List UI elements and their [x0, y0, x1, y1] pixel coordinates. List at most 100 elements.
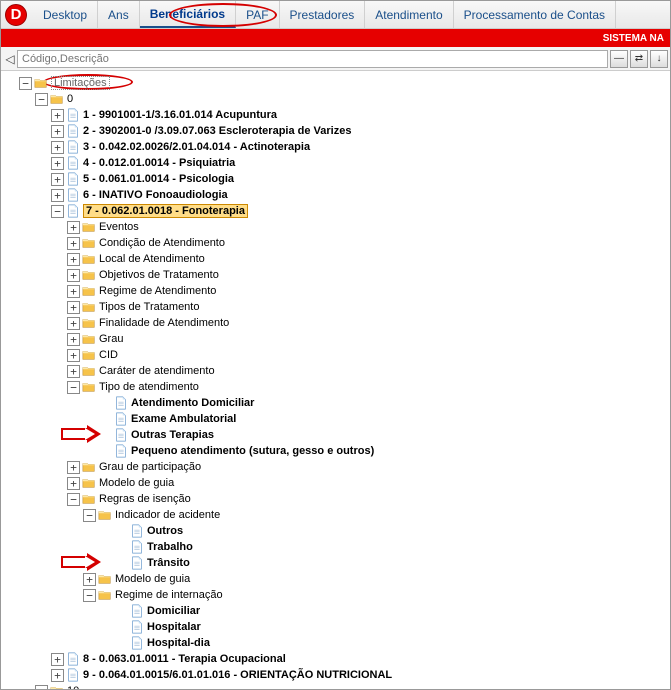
expander-icon[interactable]: + — [51, 173, 64, 186]
tree-item[interactable]: +5 - 0.061.01.0014 - Psicologia — [3, 171, 668, 187]
folder-icon — [98, 588, 112, 602]
folder-icon — [82, 316, 96, 330]
expander-icon[interactable]: + — [67, 349, 80, 362]
expander-icon[interactable]: − — [19, 77, 32, 90]
expander-icon[interactable]: + — [51, 653, 64, 666]
tab-atendimento[interactable]: Atendimento — [365, 1, 453, 28]
tree-item[interactable]: +6 - INATIVO Fonoaudiologia — [3, 187, 668, 203]
file-icon — [130, 604, 144, 618]
expander-icon[interactable]: + — [67, 477, 80, 490]
search-input[interactable] — [17, 50, 608, 68]
folder-icon — [82, 252, 96, 266]
expander-icon[interactable]: + — [67, 285, 80, 298]
tree-item[interactable]: +Tipos de Tratamento — [3, 299, 668, 315]
expander-icon[interactable]: − — [67, 381, 80, 394]
expander-icon[interactable]: + — [67, 269, 80, 282]
expander-icon[interactable]: + — [51, 669, 64, 682]
swap-button[interactable]: ⇄ — [630, 50, 648, 68]
tab-prestadores[interactable]: Prestadores — [280, 1, 366, 28]
down-button[interactable]: ↓ — [650, 50, 668, 68]
tree-item[interactable]: Outros — [3, 523, 668, 539]
tree-item[interactable]: +Modelo de guia — [3, 475, 668, 491]
tree-item[interactable]: +Grau de participação — [3, 459, 668, 475]
folder-icon — [82, 284, 96, 298]
tree-view[interactable]: − Limitações − 0 +1 - 9901001-1/3.16.01.… — [1, 71, 670, 689]
file-icon — [66, 140, 80, 154]
tree-folder-regras[interactable]: − Regras de isenção — [3, 491, 668, 507]
file-icon — [130, 540, 144, 554]
tree-item[interactable]: +CID — [3, 347, 668, 363]
expander-icon[interactable]: + — [67, 365, 80, 378]
tree-item-selected[interactable]: − 7 - 0.062.01.0018 - Fonoterapia — [3, 203, 668, 219]
tree-item[interactable]: +1 - 9901001-1/3.16.01.014 Acupuntura — [3, 107, 668, 123]
file-icon — [66, 188, 80, 202]
tree-item[interactable]: +Caráter de atendimento — [3, 363, 668, 379]
tree-item[interactable]: +Objetivos de Tratamento — [3, 267, 668, 283]
back-icon[interactable]: ◁ — [3, 52, 17, 66]
file-icon — [130, 620, 144, 634]
tree-item[interactable]: Hospitalar — [3, 619, 668, 635]
tab-beneficiarios[interactable]: Beneficiários — [140, 1, 236, 28]
expander-icon[interactable]: + — [67, 301, 80, 314]
tree-item[interactable]: Trânsito — [3, 555, 668, 571]
tab-paf[interactable]: PAF — [236, 1, 279, 28]
tree-item[interactable]: +Regime de Atendimento — [3, 283, 668, 299]
expander-icon[interactable]: + — [67, 253, 80, 266]
file-icon — [130, 524, 144, 538]
expander-icon[interactable]: − — [51, 205, 64, 218]
expander-icon[interactable]: − — [67, 493, 80, 506]
tab-ans[interactable]: Ans — [98, 1, 140, 28]
tree-folder-modelo2[interactable]: + Modelo de guia — [3, 571, 668, 587]
file-icon — [114, 428, 128, 442]
tree-folder-regime[interactable]: − Regime de internação — [3, 587, 668, 603]
tree-item[interactable]: Atendimento Domiciliar — [3, 395, 668, 411]
tree-item[interactable]: +2 - 3902001-0 /3.09.07.063 Escleroterap… — [3, 123, 668, 139]
expander-icon[interactable]: + — [51, 125, 64, 138]
folder-icon — [82, 364, 96, 378]
tree-group[interactable]: − 0 — [3, 91, 668, 107]
expander-icon[interactable]: − — [83, 509, 96, 522]
expander-icon[interactable]: + — [51, 157, 64, 170]
expander-icon[interactable]: + — [67, 317, 80, 330]
tree-item[interactable]: +9 - 0.064.01.0015/6.01.01.016 - ORIENTA… — [3, 667, 668, 683]
collapse-button[interactable]: — — [610, 50, 628, 68]
tree-item[interactable]: +3 - 0.042.02.0026/2.01.04.014 - Actinot… — [3, 139, 668, 155]
tree-folder-tipo[interactable]: − Tipo de atendimento — [3, 379, 668, 395]
expander-icon[interactable]: + — [67, 333, 80, 346]
folder-icon — [82, 332, 96, 346]
tree-item[interactable]: Domiciliar — [3, 603, 668, 619]
tree-item[interactable]: +Grau — [3, 331, 668, 347]
folder-icon — [98, 508, 112, 522]
folder-icon — [82, 492, 96, 506]
file-icon — [114, 396, 128, 410]
expander-icon[interactable]: − — [83, 589, 96, 602]
tab-processamento[interactable]: Processamento de Contas — [454, 1, 616, 28]
expander-icon[interactable]: − — [35, 93, 48, 106]
tree-item[interactable]: Trabalho — [3, 539, 668, 555]
folder-icon — [50, 92, 64, 106]
tree-item[interactable]: Hospital-dia — [3, 635, 668, 651]
tree-item[interactable]: Exame Ambulatorial — [3, 411, 668, 427]
folder-icon — [82, 380, 96, 394]
expander-icon[interactable]: + — [51, 109, 64, 122]
expander-icon[interactable]: + — [67, 221, 80, 234]
tree-item[interactable]: +8 - 0.063.01.0011 - Terapia Ocupacional — [3, 651, 668, 667]
tree-item[interactable]: +Eventos — [3, 219, 668, 235]
expander-icon[interactable]: + — [51, 141, 64, 154]
folder-icon — [98, 572, 112, 586]
tab-desktop[interactable]: Desktop — [33, 1, 98, 28]
tree-item[interactable]: Pequeno atendimento (sutura, gesso e out… — [3, 443, 668, 459]
expander-icon[interactable]: + — [51, 189, 64, 202]
tree-item[interactable]: +Local de Atendimento — [3, 251, 668, 267]
tree-root[interactable]: − Limitações — [3, 75, 668, 91]
tree-folder-indicador[interactable]: − Indicador de acidente — [3, 507, 668, 523]
tree-item[interactable]: +Finalidade de Atendimento — [3, 315, 668, 331]
expander-icon[interactable]: + — [67, 237, 80, 250]
expander-icon[interactable]: + — [83, 573, 96, 586]
tree-item[interactable]: Outras Terapias — [3, 427, 668, 443]
expander-icon[interactable]: + — [67, 461, 80, 474]
tree-group-10[interactable]: + 10 — [3, 683, 668, 689]
tree-item[interactable]: +4 - 0.012.01.0014 - Psiquiatria — [3, 155, 668, 171]
tree-item[interactable]: +Condição de Atendimento — [3, 235, 668, 251]
expander-icon[interactable]: + — [35, 685, 48, 690]
